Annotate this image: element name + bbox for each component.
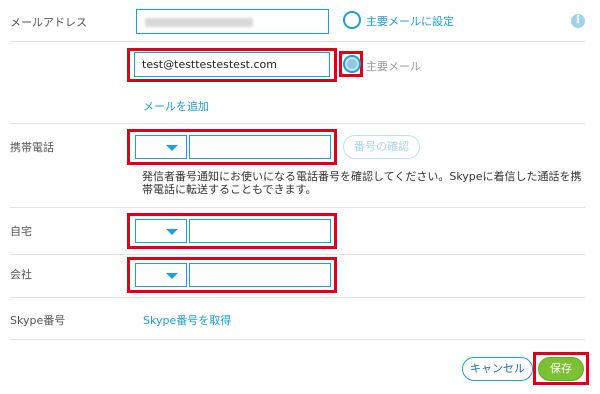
add-email-link[interactable]: メールを追加 (143, 98, 209, 114)
divider (10, 254, 585, 255)
set-primary-link[interactable]: 主要メールに設定 (366, 13, 454, 29)
get-skype-number-link[interactable]: Skype番号を取得 (143, 312, 231, 328)
divider (10, 41, 585, 42)
office-label: 会社 (10, 268, 32, 281)
skype-number-label: Skype番号 (10, 314, 66, 327)
info-icon[interactable]: i (571, 14, 585, 28)
office-country-select[interactable] (135, 263, 187, 287)
chevron-down-icon (166, 145, 178, 151)
primary-mail-radio[interactable] (343, 55, 361, 73)
chevron-down-icon (166, 273, 178, 279)
home-number-field[interactable] (189, 219, 331, 243)
home-label: 自宅 (10, 225, 32, 238)
verify-number-button[interactable]: 番号の確認 (343, 135, 420, 159)
office-number-field[interactable] (189, 263, 331, 287)
primary-email-field[interactable] (136, 9, 329, 34)
save-button[interactable]: 保存 (538, 357, 584, 381)
mobile-country-select[interactable] (135, 135, 187, 159)
set-primary-radio[interactable] (343, 11, 361, 29)
mobile-label: 携帯電話 (10, 141, 54, 154)
divider (10, 123, 585, 124)
mobile-description: 発信者番号通知にお使いになる電話番号を確認してください。Skypeに着信した通話… (142, 170, 582, 196)
home-country-select[interactable] (135, 219, 187, 243)
divider (10, 339, 585, 340)
blurred-email-text (145, 18, 253, 27)
secondary-email-field[interactable]: test@testtestestest.com (134, 52, 330, 77)
mobile-number-field[interactable] (189, 135, 331, 159)
chevron-down-icon (166, 229, 178, 235)
email-label: メールアドレス (10, 16, 87, 29)
divider (10, 297, 585, 298)
cancel-button[interactable]: キャンセル (462, 357, 533, 381)
divider (10, 207, 585, 208)
primary-mail-label: 主要メール (366, 60, 421, 73)
